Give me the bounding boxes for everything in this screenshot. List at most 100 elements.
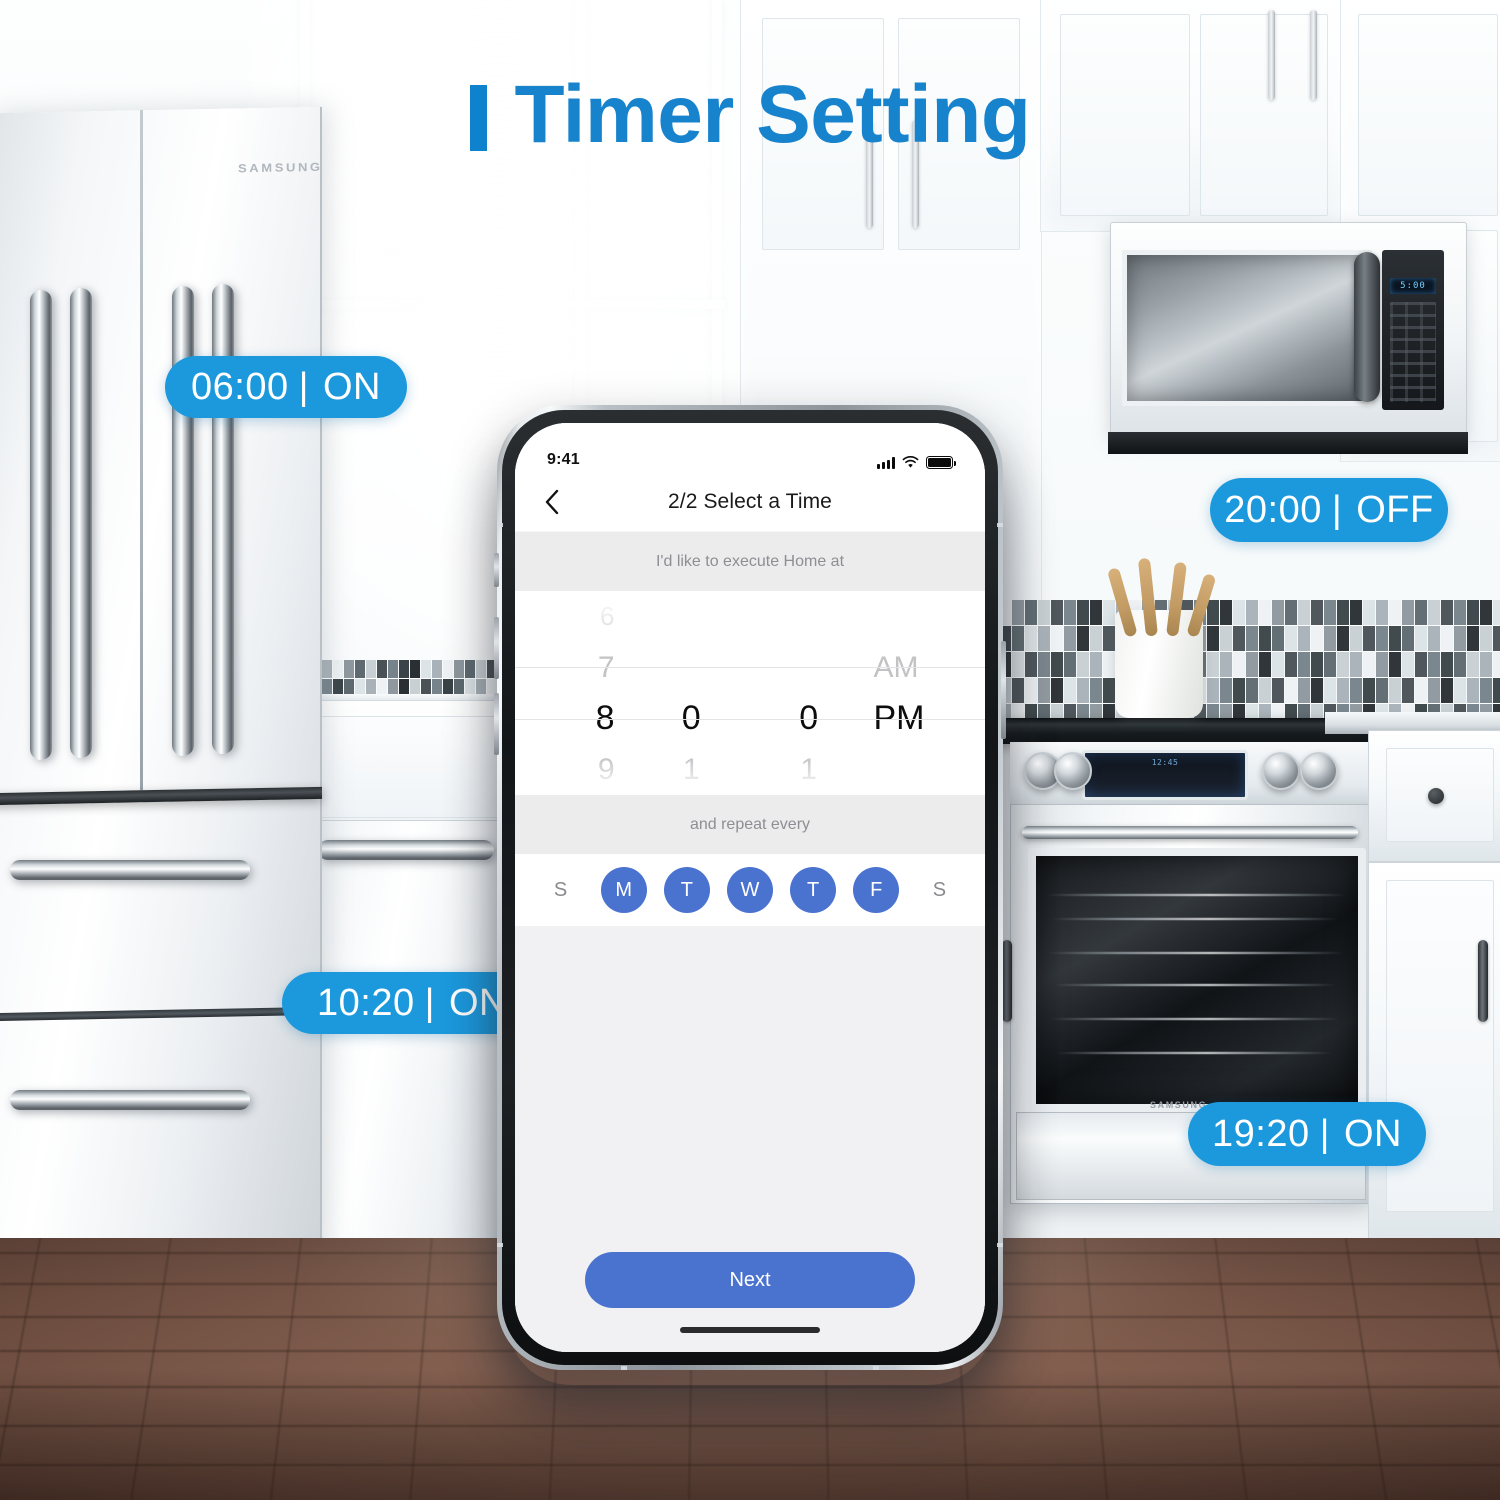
page-title: Timer Setting <box>0 74 1500 156</box>
antenna-line <box>997 1243 1003 1247</box>
microwave-door <box>1122 250 1372 406</box>
cellular-bars-icon <box>877 456 895 469</box>
badge-separator: | <box>1319 1112 1330 1155</box>
minute-ones-wheel[interactable]: 0 1 2 <box>750 591 868 795</box>
battery-full-icon <box>926 456 956 469</box>
drawer-knob <box>1428 788 1444 804</box>
promo-image: 5:00 12:45 SAMSUNG SAMSUNG Timer Setting… <box>0 0 1500 1500</box>
minute-tens-option[interactable] <box>633 591 751 642</box>
volume-up-button[interactable] <box>494 617 499 679</box>
microwave-keypad <box>1390 302 1436 402</box>
minute-ones-option[interactable] <box>750 591 868 642</box>
refrigerator-door-seam <box>140 109 143 791</box>
day-sunday[interactable]: S <box>538 867 584 913</box>
badge-time: 10:20 <box>317 981 415 1024</box>
day-label: T <box>680 878 693 901</box>
back-button[interactable] <box>537 487 567 517</box>
status-time: 9:41 <box>547 451 580 468</box>
day-label: S <box>553 878 568 901</box>
antenna-line <box>497 1243 503 1247</box>
hour-wheel[interactable]: 6 7 8 9 10 <box>515 591 633 795</box>
nav-title: 2/2 Select a Time <box>668 490 832 513</box>
mute-switch[interactable] <box>494 553 499 587</box>
minute-ones-option[interactable]: 1 <box>750 744 868 795</box>
badge-separator: | <box>1331 488 1343 531</box>
day-wednesday[interactable]: W <box>726 867 773 913</box>
power-button[interactable] <box>1001 641 1006 739</box>
burner-knob <box>1262 752 1300 790</box>
schedule-badge-1920: 19:20 | ON <box>1188 1102 1426 1166</box>
oven-door-handle <box>1022 826 1358 839</box>
day-label: W <box>740 878 760 901</box>
badge-state: OFF <box>1356 488 1434 531</box>
time-picker[interactable]: 6 7 8 9 10 0 1 <box>515 591 985 795</box>
status-icons <box>877 456 956 469</box>
hour-option[interactable]: 9 <box>515 744 633 795</box>
minute-tens-wheel[interactable]: 0 1 2 <box>633 591 751 795</box>
home-indicator-area <box>515 1308 985 1352</box>
microwave-display: 5:00 <box>1390 278 1436 294</box>
freezer-drawer-handle-lower <box>10 1090 250 1110</box>
day-thursday[interactable]: T <box>790 867 837 913</box>
antenna-line <box>621 1366 627 1370</box>
home-indicator[interactable] <box>680 1327 820 1333</box>
ampm-option[interactable] <box>868 744 986 795</box>
minute-tens-option[interactable]: 1 <box>633 744 751 795</box>
refrigerator-handle <box>30 290 52 760</box>
time-section-label: I'd like to execute Home at <box>515 532 985 591</box>
hour-option[interactable]: 6 <box>515 591 633 642</box>
day-label: F <box>870 878 883 901</box>
phone-bezel: 9:41 2/2 Select a Time I'd like to execu… <box>502 410 998 1365</box>
microwave-handle <box>1354 252 1380 402</box>
refrigerator-handle <box>212 284 234 754</box>
repeat-section-label: and repeat every <box>515 795 985 854</box>
microwave-underside <box>1108 432 1468 454</box>
antenna-line <box>497 523 503 527</box>
day-label: M <box>615 878 633 901</box>
mosaic-backsplash <box>960 600 1500 720</box>
freezer-drawer-handle <box>10 860 250 880</box>
next-button-container: Next <box>515 1252 985 1308</box>
refrigerator-handle <box>70 288 92 758</box>
day-label: T <box>807 878 820 901</box>
antenna-line <box>873 1366 879 1370</box>
nav-bar: 2/2 Select a Time <box>515 473 985 532</box>
badge-state: ON <box>1343 1112 1402 1155</box>
phone-screen: 9:41 2/2 Select a Time I'd like to execu… <box>515 423 985 1352</box>
dishwasher <box>300 820 512 1252</box>
wifi-icon <box>902 456 919 468</box>
cabinet-pull <box>1002 940 1012 1022</box>
badge-separator: | <box>424 981 435 1024</box>
content-spacer <box>515 926 985 1252</box>
picker-selection-line-bottom <box>515 719 985 720</box>
picker-selection-line-top <box>515 667 985 668</box>
ampm-wheel[interactable]: AM PM <box>868 591 986 795</box>
repeat-day-selector: S M T W T F S <box>515 854 985 926</box>
volume-down-button[interactable] <box>494 693 499 755</box>
day-saturday[interactable]: S <box>916 867 962 913</box>
dishwasher-handle <box>318 840 494 860</box>
day-label: S <box>932 878 947 901</box>
refrigerator-brand-label: SAMSUNG <box>238 159 323 176</box>
oven-door <box>1028 848 1366 1112</box>
phone-frame: 9:41 2/2 Select a Time I'd like to execu… <box>497 405 1003 1370</box>
status-bar: 9:41 <box>515 423 985 473</box>
cabinet-pull <box>1478 940 1488 1022</box>
schedule-badge-0600: 06:00 | ON <box>165 356 407 418</box>
day-monday[interactable]: M <box>600 867 647 913</box>
badge-time: 20:00 <box>1224 488 1322 531</box>
day-tuesday[interactable]: T <box>663 867 710 913</box>
badge-state: ON <box>322 365 381 408</box>
burner-knob <box>1054 752 1092 790</box>
antenna-line <box>997 523 1003 527</box>
schedule-badge-2000: 20:00 | OFF <box>1210 478 1448 542</box>
title-text: Timer Setting <box>514 69 1031 160</box>
badge-time: 06:00 <box>191 365 289 408</box>
chevron-left-icon <box>545 489 559 515</box>
range-display: 12:45 <box>1082 750 1248 800</box>
range-display-text: 12:45 <box>1151 758 1179 767</box>
day-friday[interactable]: F <box>853 867 900 913</box>
timer-setting-app: 9:41 2/2 Select a Time I'd like to execu… <box>515 423 985 1352</box>
iphone-mockup: 9:41 2/2 Select a Time I'd like to execu… <box>494 405 1006 1370</box>
next-button[interactable]: Next <box>585 1252 915 1308</box>
